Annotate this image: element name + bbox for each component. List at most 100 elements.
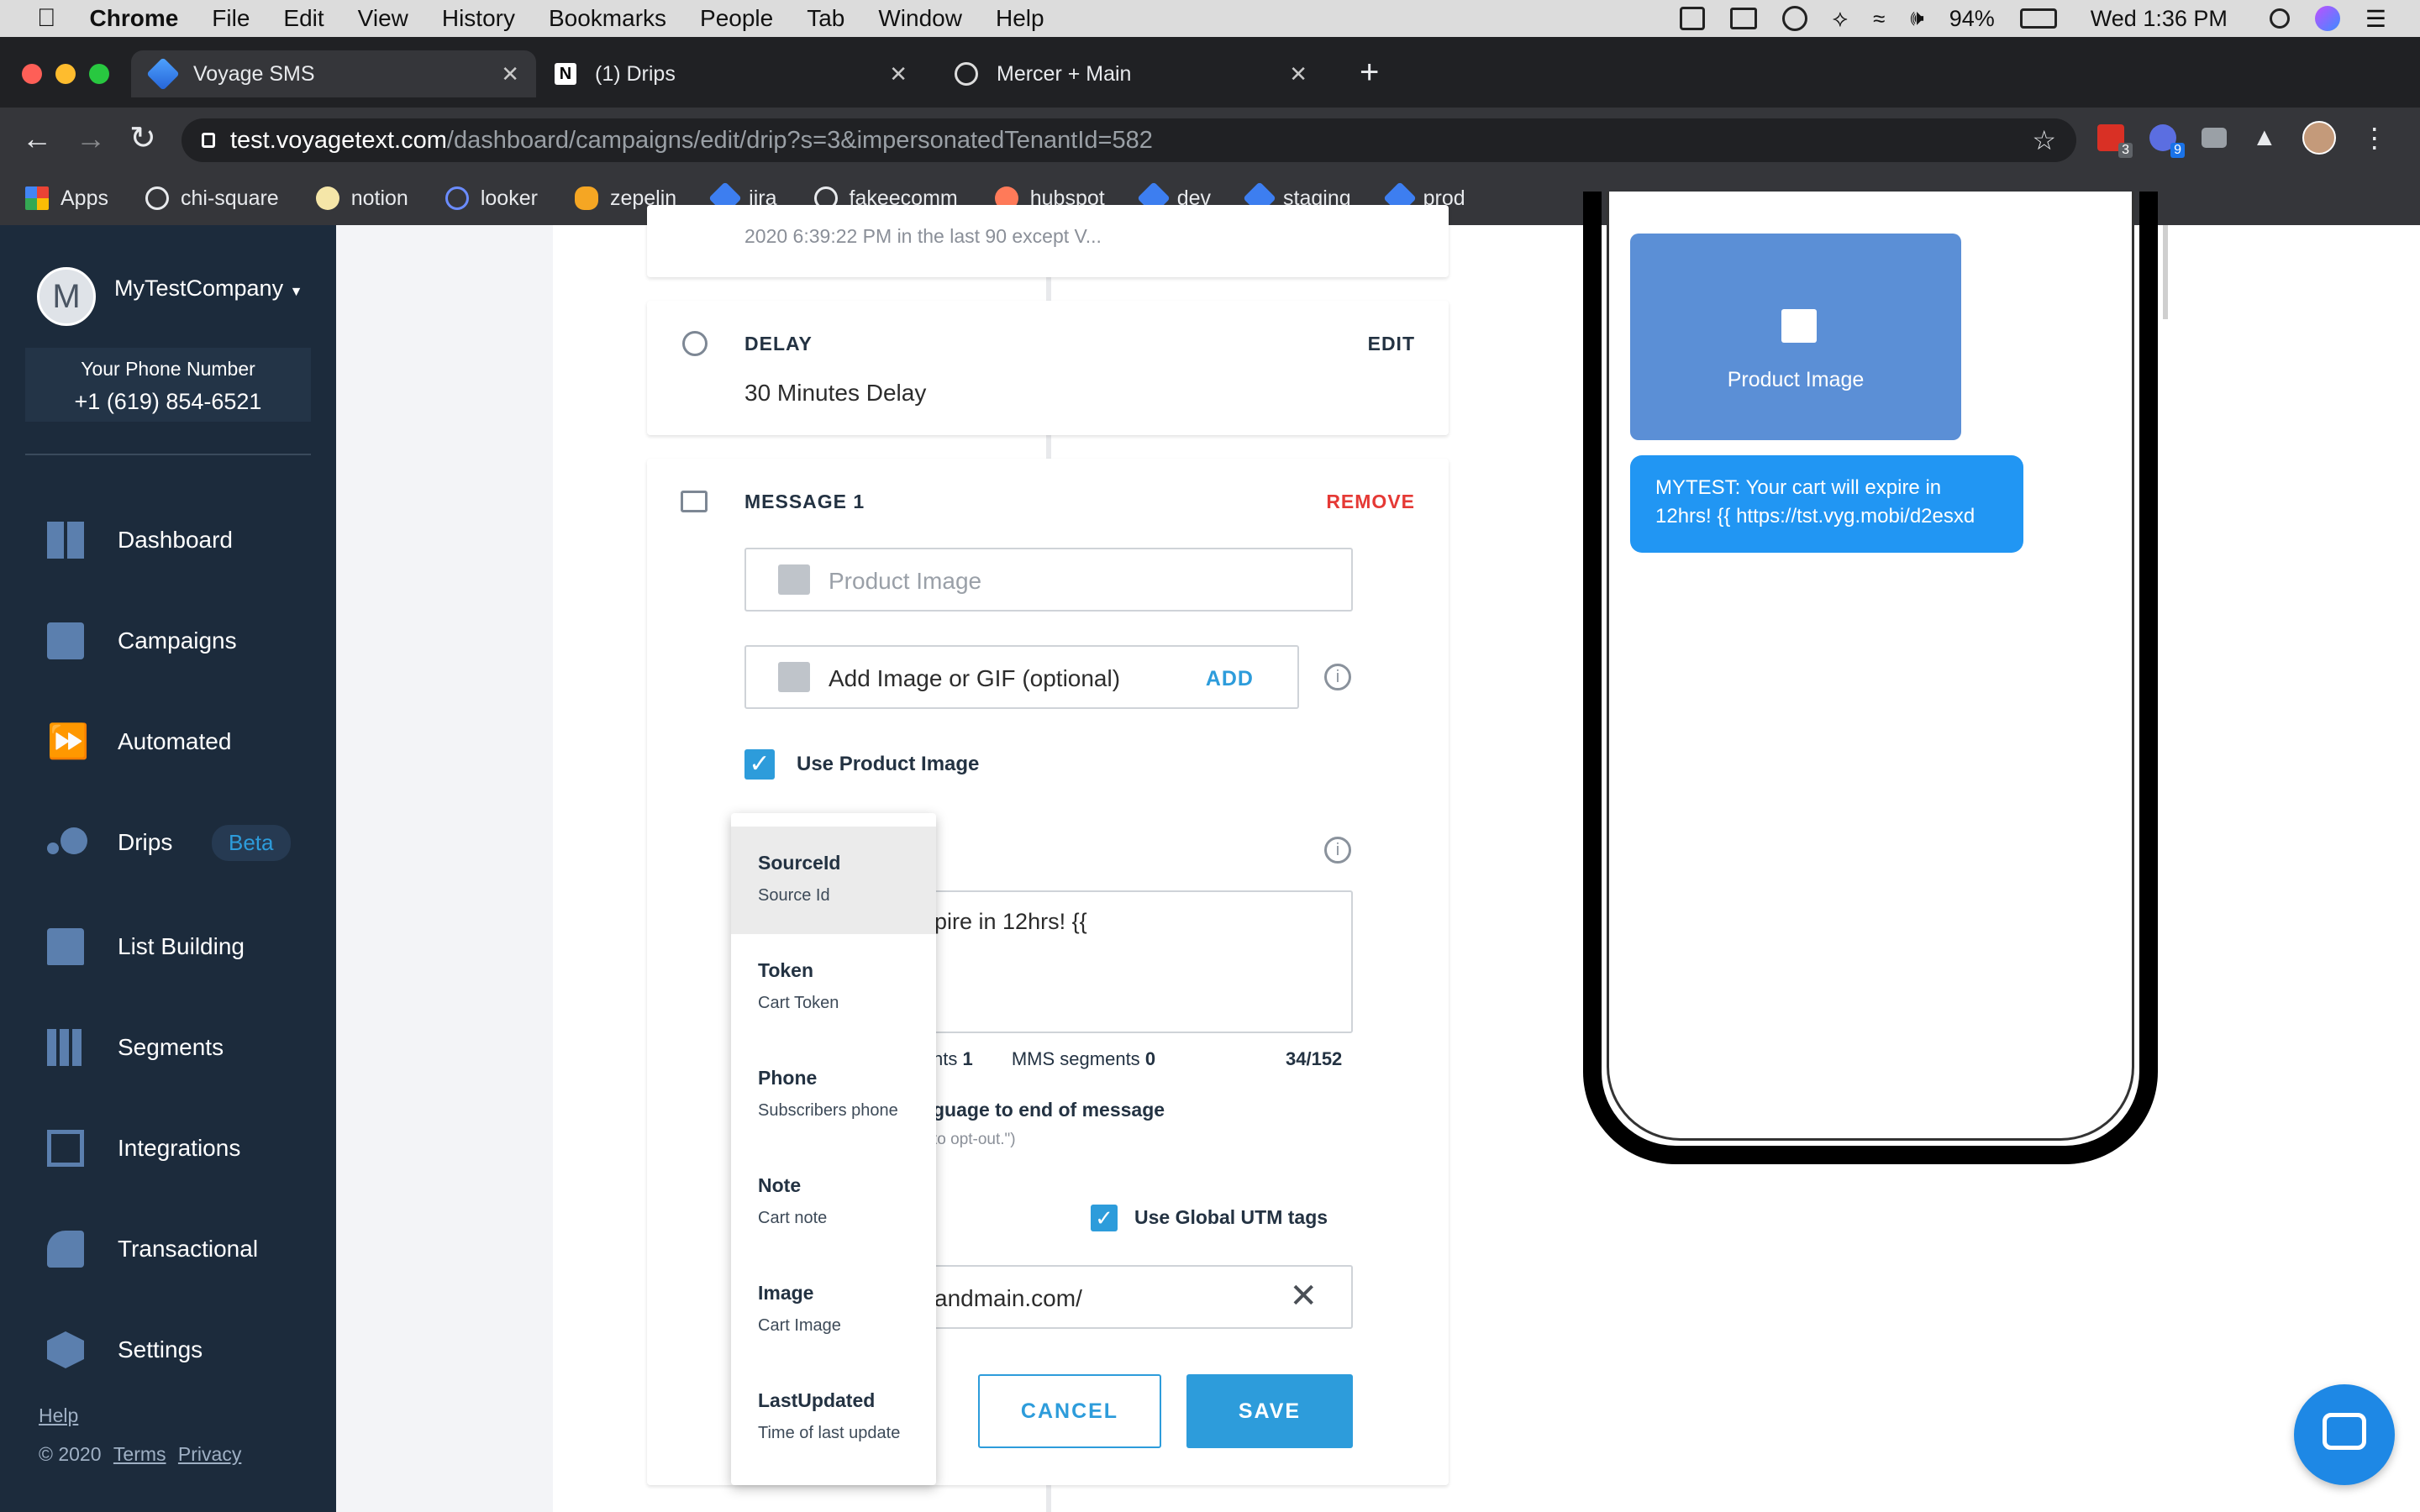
time-machine-icon[interactable] — [1781, 6, 1807, 31]
address-bar[interactable]: test.voyagetext.com /dashboard/campaigns… — [182, 118, 2076, 162]
bookmark-star-icon[interactable]: ☆ — [2032, 124, 2056, 156]
sidebar-item-transactional[interactable]: Transactional — [0, 1220, 336, 1278]
image-icon — [778, 564, 810, 595]
menu-help[interactable]: Help — [996, 5, 1044, 32]
bookmark-looker[interactable]: looker — [445, 186, 538, 211]
remove-message-button[interactable]: REMOVE — [1326, 491, 1415, 513]
bookmark-chi-square[interactable]: chi-square — [145, 186, 279, 211]
reload-icon[interactable]: ↻ — [129, 119, 156, 157]
voyage-favicon-icon — [146, 57, 180, 91]
cancel-button[interactable]: CANCEL — [978, 1374, 1161, 1448]
sidebar-item-automated[interactable]: ⏩ Automated — [0, 712, 336, 771]
sidebar-item-label: Settings — [118, 1336, 203, 1362]
dropdown-option-note[interactable]: Note Cart note — [731, 1149, 936, 1257]
spotlight-search-icon[interactable] — [2269, 8, 2290, 29]
add-image-field[interactable]: Add Image or GIF (optional) ADD — [744, 645, 1299, 709]
forward-icon[interactable]: → — [76, 121, 106, 156]
sidebar-item-segments[interactable]: Segments — [0, 1018, 336, 1077]
wifi-icon[interactable]: ≈ — [1873, 6, 1885, 32]
trigger-card[interactable]: 2020 6:39:22 PM in the last 90 except V.… — [647, 205, 1449, 277]
dashboard-icon — [47, 522, 84, 559]
delay-edit-button[interactable]: EDIT — [1368, 333, 1415, 355]
menu-window[interactable]: Window — [878, 5, 962, 32]
bookmark-apps[interactable]: Apps — [25, 186, 108, 211]
bookmark-notion[interactable]: notion — [315, 186, 408, 211]
close-icon[interactable]: ✕ — [889, 61, 908, 87]
menu-bookmarks[interactable]: Bookmarks — [549, 5, 666, 32]
option-title: Image — [758, 1282, 814, 1304]
sidebar-item-campaigns[interactable]: Campaigns — [0, 612, 336, 670]
menu-people[interactable]: People — [700, 5, 773, 32]
profile-avatar[interactable] — [2302, 121, 2336, 155]
extension-blue-icon[interactable]: 9 — [2149, 124, 2185, 158]
use-utm-checkbox[interactable]: ✓ — [1091, 1205, 1118, 1231]
sidebar-item-label: Integrations — [118, 1135, 241, 1161]
dropdown-option-lastupdated[interactable]: LastUpdated Time of last update — [731, 1364, 936, 1472]
close-icon[interactable]: ✕ — [501, 61, 519, 87]
bluetooth-icon[interactable]: ⟡ — [1833, 5, 1849, 33]
tab-voyage-sms[interactable]: Voyage SMS ✕ — [131, 50, 536, 97]
camera-icon[interactable] — [2202, 128, 2227, 148]
tab-mercer-main[interactable]: Mercer + Main ✕ — [955, 50, 1324, 97]
extension-red-icon[interactable]: 3 — [2097, 124, 2133, 158]
window-zoom-button[interactable] — [89, 64, 109, 84]
sidebar-item-list-building[interactable]: List Building — [0, 917, 336, 976]
siri-icon[interactable] — [2314, 6, 2340, 31]
product-image-field[interactable]: Product Image — [744, 548, 1353, 612]
extensions-puzzle-icon[interactable]: ▲ — [2252, 123, 2277, 152]
chrome-menu-icon[interactable]: ⋮ — [2361, 122, 2388, 154]
lightbulb-icon — [315, 186, 339, 210]
clear-icon[interactable]: ✕ — [1289, 1277, 1318, 1315]
window-close-button[interactable] — [22, 64, 42, 84]
privacy-link[interactable]: Privacy — [178, 1443, 241, 1465]
menu-history[interactable]: History — [442, 5, 515, 32]
save-button[interactable]: SAVE — [1186, 1374, 1353, 1448]
sidebar-item-label: Drips — [118, 829, 173, 855]
tab-title: Mercer + Main — [997, 61, 1132, 86]
avatar[interactable]: M — [37, 267, 96, 326]
airplay-icon[interactable] — [1729, 8, 1757, 29]
company-name: MyTestCompany — [114, 276, 284, 301]
help-link[interactable]: Help — [39, 1404, 78, 1427]
battery-icon[interactable] — [2019, 8, 2057, 29]
menu-view[interactable]: View — [358, 5, 408, 32]
menu-clock[interactable]: Wed 1:36 PM — [2091, 6, 2228, 32]
menu-app-name[interactable]: Chrome — [90, 5, 179, 32]
volume-icon[interactable]: 🕪 — [1910, 5, 1923, 32]
cancel-label: CANCEL — [1020, 1399, 1119, 1423]
use-product-image-checkbox[interactable]: ✓ — [744, 749, 775, 780]
dropdown-option-phone[interactable]: Phone Subscribers phone — [731, 1042, 936, 1149]
sms-segments-value: 1 — [962, 1048, 973, 1069]
window-minimize-button[interactable] — [55, 64, 76, 84]
dropdown-option-image[interactable]: Image Cart Image — [731, 1257, 936, 1364]
menu-file[interactable]: File — [212, 5, 250, 32]
tab-drips[interactable]: N (1) Drips ✕ — [555, 50, 924, 97]
company-switcher[interactable]: MyTestCompany ▼ — [114, 276, 302, 302]
chat-widget-button[interactable] — [2294, 1384, 2395, 1485]
menu-tab[interactable]: Tab — [807, 5, 844, 32]
drive-icon[interactable] — [1679, 7, 1705, 30]
dropdown-option-sourceid[interactable]: SourceId Source Id — [731, 827, 936, 934]
menu-edit[interactable]: Edit — [283, 5, 324, 32]
sidebar-item-dashboard[interactable]: Dashboard — [0, 511, 336, 570]
info-icon[interactable]: i — [1324, 664, 1351, 690]
sidebar-item-integrations[interactable]: Integrations — [0, 1119, 336, 1178]
option-title: LastUpdated — [758, 1389, 876, 1411]
chat-icon — [2323, 1413, 2366, 1450]
back-icon[interactable]: ← — [22, 121, 52, 156]
new-tab-button[interactable]: + — [1360, 54, 1379, 92]
notification-center-icon[interactable]: ☰ — [2365, 5, 2386, 33]
use-product-image-label: Use Product Image — [797, 753, 980, 775]
integrations-icon — [47, 1130, 84, 1167]
close-icon[interactable]: ✕ — [1289, 61, 1307, 87]
phone-number-box: Your Phone Number +1 (619) 854-6521 — [25, 348, 311, 422]
dropdown-option-token[interactable]: Token Cart Token — [731, 934, 936, 1042]
extension-badge: 9 — [2170, 143, 2185, 158]
info-icon[interactable]: i — [1324, 837, 1351, 864]
add-image-button[interactable]: ADD — [1206, 667, 1254, 691]
sidebar-item-drips[interactable]: Drips Beta — [0, 813, 336, 872]
apple-icon[interactable]:  — [37, 4, 56, 33]
terms-link[interactable]: Terms — [113, 1443, 166, 1465]
sidebar-item-settings[interactable]: Settings — [0, 1320, 336, 1379]
optout-label: guage to end of message — [933, 1099, 1165, 1121]
